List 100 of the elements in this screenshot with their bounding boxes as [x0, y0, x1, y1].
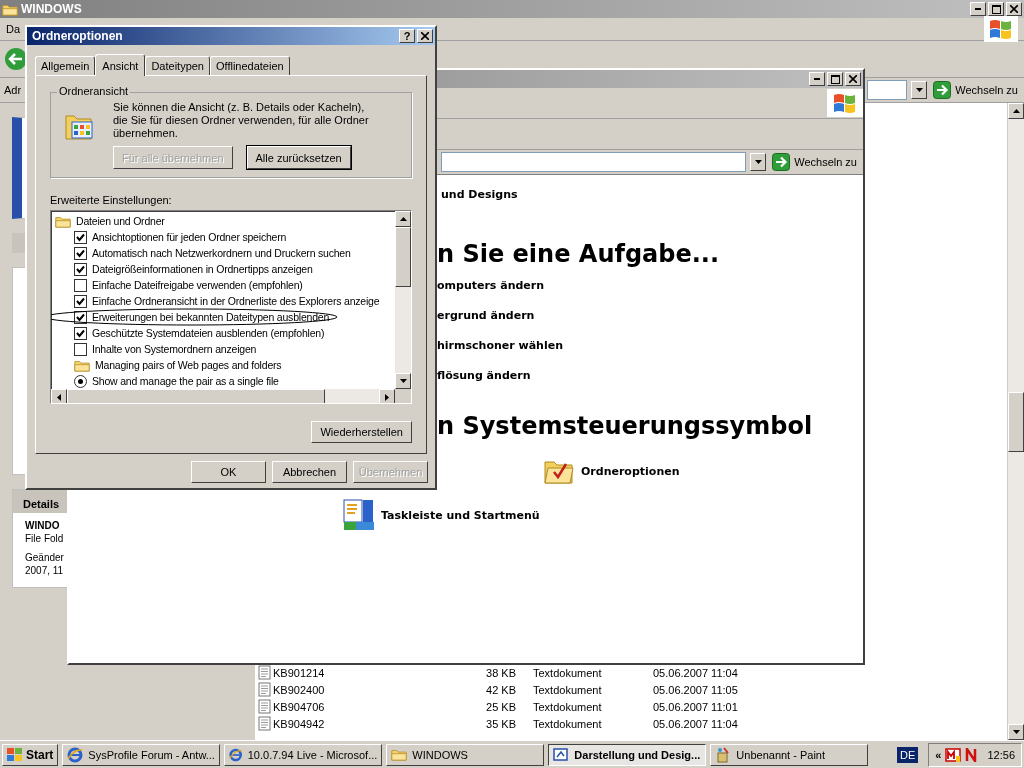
scroll-right-button[interactable]	[379, 389, 395, 403]
checkbox[interactable]	[74, 326, 87, 340]
file-name[interactable]: KB902400	[273, 683, 470, 696]
text-file-icon	[258, 682, 271, 697]
scroll-down-button[interactable]	[1008, 724, 1024, 740]
tab[interactable]: Ansicht	[95, 54, 146, 76]
dropdown-button[interactable]	[750, 153, 767, 171]
checkbox[interactable]	[74, 342, 87, 356]
taskbar-button[interactable]: Darstellung und Desig...	[548, 743, 707, 766]
checkbox[interactable]	[74, 230, 87, 244]
vertical-scrollbar[interactable]	[1007, 103, 1024, 740]
checkbox[interactable]	[74, 278, 87, 292]
radio-button[interactable]	[74, 374, 87, 388]
dialog-title: Ordneroptionen	[31, 29, 124, 43]
option-label: Show and manage the pair as a single file	[92, 375, 279, 387]
task-link[interactable]: ergrund ändern	[437, 309, 563, 339]
browser-icon	[229, 746, 243, 763]
option-label: Erweiterungen bei bekannten Dateitypen ausblenden	[92, 311, 330, 323]
file-type: Textdokument	[532, 717, 603, 730]
tab[interactable]: Offlinedateien	[210, 56, 290, 75]
group-description: Sie können die Ansicht (z. B. Details oder Kacheln), die Sie für diesen Ordner verwenden, für alle Ordner übernehmen.	[113, 101, 370, 140]
close-button[interactable]	[417, 29, 433, 43]
file-name[interactable]: KB904942	[273, 717, 470, 730]
go-button[interactable]: Wechseln zu	[770, 153, 859, 171]
horizontal-scrollbar[interactable]	[51, 389, 395, 403]
help-button[interactable]: ?	[399, 29, 415, 43]
group-title: Ordneransicht	[57, 85, 131, 97]
file-size: 35 KB	[485, 717, 516, 730]
folder-icon	[74, 358, 90, 372]
control-panel-link[interactable]: Ordneroptionen	[581, 464, 680, 478]
control-panel-icon	[553, 746, 570, 763]
address-field[interactable]	[867, 80, 908, 100]
dialog-button[interactable]: OK	[191, 461, 266, 483]
start-button[interactable]: Start	[2, 743, 59, 766]
details-modified: Geänder	[25, 551, 65, 564]
file-date: 05.06.2007 11:05	[653, 683, 739, 696]
caret-up-icon	[1012, 109, 1020, 113]
option-label: Geschützte Systemdateien ausblenden (empfohlen)	[92, 327, 325, 339]
language-indicator[interactable]: DE	[897, 746, 919, 763]
tray-app-icon[interactable]	[945, 746, 962, 763]
scroll-left-button[interactable]	[51, 389, 67, 403]
action-button[interactable]: Alle zurücksetzen	[246, 146, 351, 169]
window-title: WINDOWS	[20, 2, 83, 16]
option-label: Dateigrößeinformationen in Ordnertipps anzeigen	[92, 263, 313, 275]
task-link[interactable]: hirmschoner wählen	[437, 339, 563, 369]
caret-down-icon	[915, 88, 923, 92]
dialog-button[interactable]: Abbrechen	[272, 461, 347, 483]
caret-down-icon	[754, 160, 762, 164]
file-size: 38 KB	[485, 666, 516, 679]
file-date: 05.06.2007 11:04	[653, 717, 739, 730]
vertical-scrollbar[interactable]	[395, 211, 411, 389]
taskbar-button[interactable]: WINDOWS	[386, 743, 545, 766]
control-panel-link[interactable]: Taskleiste und Startmenü	[381, 508, 540, 522]
close-icon	[421, 32, 429, 40]
go-button[interactable]: Wechseln zu	[931, 81, 1020, 99]
close-icon	[849, 75, 857, 83]
folder-icon	[55, 214, 71, 228]
taskbar-button[interactable]: SysProfile Forum - Antw...	[62, 743, 221, 766]
details-type: File Fold	[25, 532, 65, 545]
task-link[interactable]: omputers ändern	[437, 279, 563, 309]
zigzag-icon[interactable]	[965, 747, 978, 762]
taskbar-button[interactable]: 10.0.7.94 Live - Microsof...	[224, 743, 383, 766]
windows-flag-icon	[832, 92, 858, 114]
scroll-down-button[interactable]	[395, 373, 411, 389]
address-field[interactable]	[441, 152, 747, 172]
text-file-icon	[258, 716, 271, 731]
scrollbar-thumb[interactable]	[395, 227, 411, 287]
tab[interactable]: Allgemein	[35, 56, 96, 75]
option-label: Einfache Dateifreigabe verwenden (empfohlen)	[92, 279, 303, 291]
checkbox[interactable]	[74, 262, 87, 276]
menu-item[interactable]: Da	[6, 23, 21, 35]
taskbar-settings-icon	[343, 499, 375, 531]
scroll-up-button[interactable]	[1008, 103, 1024, 119]
scrollbar-thumb[interactable]	[1008, 391, 1024, 452]
file-name[interactable]: KB904706	[273, 700, 470, 713]
dropdown-button[interactable]	[911, 81, 928, 99]
settings-label: Erweiterte Einstellungen:	[50, 194, 173, 206]
maximize-icon	[830, 74, 840, 84]
checkbox[interactable]	[74, 294, 87, 308]
option-label: Einfache Ordneransicht in der Ordnerliste des Explorers anzeige	[92, 295, 380, 307]
tray-expand-button[interactable]: «	[935, 748, 942, 761]
clock: 12:56	[987, 748, 1015, 761]
caret-down-icon	[399, 379, 407, 383]
windows-flag-icon	[988, 18, 1014, 40]
taskbar-button[interactable]: Unbenannt - Paint	[710, 743, 869, 766]
scroll-up-button[interactable]	[395, 211, 411, 227]
caret-left-icon	[57, 393, 61, 401]
maximize-icon	[991, 4, 1001, 14]
checkbox[interactable]	[74, 246, 87, 260]
task-link[interactable]: flösung ändern	[437, 369, 563, 399]
category-link[interactable]: und Designs	[441, 188, 518, 201]
file-type: Textdokument	[532, 666, 603, 679]
file-name[interactable]: KB901214	[273, 666, 470, 679]
caret-right-icon	[385, 393, 389, 401]
browser-icon	[67, 746, 84, 763]
file-type: Textdokument	[532, 700, 603, 713]
restore-button[interactable]: Wiederherstellen	[311, 421, 412, 443]
tab[interactable]: Dateitypen	[145, 56, 210, 75]
scrollbar-thumb[interactable]	[67, 389, 325, 403]
tree-folder-label: Dateien und Ordner	[76, 215, 165, 227]
